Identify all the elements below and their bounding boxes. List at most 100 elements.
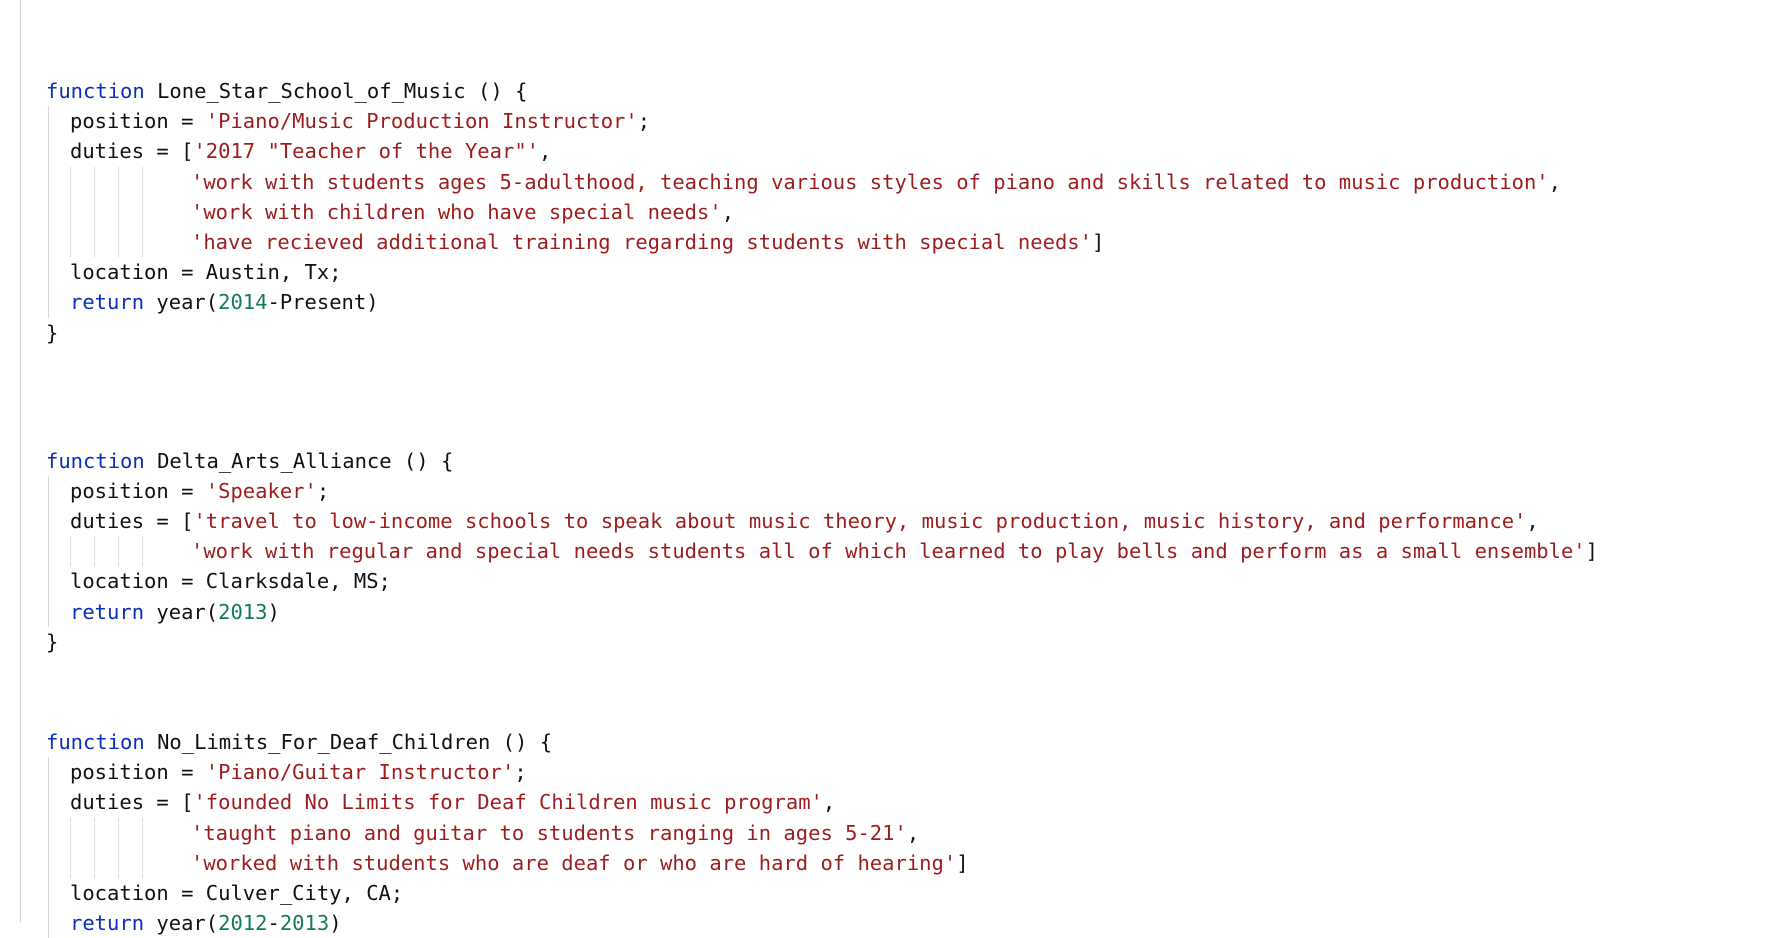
function-block-delta-arts: function Delta_Arts_Alliance () { positi… — [46, 446, 1598, 657]
function-body: position = 'Speaker'; duties = ['travel … — [46, 475, 1598, 627]
position-value: 'Speaker' — [205, 478, 317, 503]
code-area[interactable]: function Lone_Star_School_of_Music () { … — [46, 76, 1598, 938]
indent-guides — [70, 817, 166, 848]
duty-item: 'founded No Limits for Deaf Children mus… — [193, 790, 823, 815]
position-key: position = — [70, 478, 206, 503]
duty-item: 'have recieved additional training regar… — [191, 229, 1092, 254]
closing-brace: } — [46, 320, 59, 345]
indent-guides — [70, 536, 166, 567]
year-call: year( — [144, 599, 219, 624]
function-name: No_Limits_For_Deaf_Children — [157, 730, 491, 754]
duty-item: 'work with regular and special needs stu… — [191, 539, 1586, 564]
year-start: 2012 — [218, 911, 268, 936]
function-signature: function Delta_Arts_Alliance () { — [46, 446, 1598, 476]
duty-punct: , — [539, 139, 552, 164]
year-start: 2013 — [218, 599, 268, 624]
position-value: 'Piano/Music Production Instructor' — [205, 109, 638, 134]
function-name: Lone_Star_School_of_Music — [157, 79, 466, 103]
return-line: return year(2013) — [46, 597, 1598, 627]
function-keyword: function — [46, 448, 145, 473]
duty-continuation-line: 'worked with students who are deaf or wh… — [46, 847, 1598, 878]
duty-continuation-line: 'work with children who have special nee… — [46, 196, 1598, 227]
return-keyword: return — [70, 290, 145, 315]
position-value: 'Piano/Guitar Instructor' — [205, 760, 515, 785]
function-keyword: function — [46, 730, 145, 754]
position-line: position = 'Speaker'; — [46, 476, 1598, 506]
duty-continuation-line: 'work with regular and special needs stu… — [46, 536, 1598, 567]
year-end: 2013 — [279, 911, 330, 936]
location-line: location = Clarksdale, MS; — [46, 566, 1598, 596]
duties-key: duties = — [70, 509, 182, 534]
function-signature: function No_Limits_For_Deaf_Children () … — [46, 727, 1598, 757]
function-params: () { — [391, 448, 454, 473]
statement-end: ; — [316, 478, 330, 503]
location-line: location = Culver_City, CA; — [46, 878, 1598, 908]
function-params: () { — [465, 79, 528, 103]
array-open: [ — [181, 509, 194, 534]
function-params: () { — [490, 730, 553, 754]
indent-guides — [70, 847, 166, 878]
duty-punct: , — [721, 199, 735, 224]
location-line: location = Austin, Tx; — [46, 257, 1598, 287]
code-editor[interactable]: function Lone_Star_School_of_Music () { … — [0, 0, 1788, 938]
year-separator: - — [267, 290, 280, 315]
statement-end: ; — [637, 109, 651, 134]
array-close: ] — [1091, 229, 1105, 254]
return-line: return year(2014-Present) — [46, 287, 1598, 317]
duty-continuation-line: 'taught piano and guitar to students ran… — [46, 817, 1598, 848]
year-end: Present — [279, 290, 367, 315]
array-close: ] — [956, 850, 969, 875]
duties-key: duties = — [70, 790, 182, 815]
duty-item: 'worked with students who are deaf or wh… — [191, 850, 957, 875]
year-close: ) — [366, 290, 379, 315]
year-call: year( — [144, 911, 219, 936]
function-block-no-limits: function No_Limits_For_Deaf_Children () … — [46, 727, 1598, 938]
statement-end: ; — [514, 760, 527, 785]
duty-punct: , — [1548, 169, 1561, 194]
duty-item: 'work with students ages 5-adulthood, te… — [191, 169, 1549, 194]
function-signature: function Lone_Star_School_of_Music () { — [46, 76, 1598, 106]
closing-brace: } — [46, 629, 59, 654]
return-keyword: return — [70, 911, 145, 936]
location-value: Austin, Tx; — [205, 260, 342, 285]
array-open: [ — [181, 139, 194, 164]
duty-item: 'travel to low-income schools to speak a… — [193, 509, 1527, 534]
position-line: position = 'Piano/Music Production Instr… — [46, 106, 1598, 136]
indent-guides — [70, 166, 166, 197]
indent-guides — [70, 226, 166, 258]
array-open: [ — [181, 790, 194, 815]
year-separator: - — [267, 911, 280, 936]
indent-guides — [70, 196, 166, 227]
year-call: year( — [144, 290, 219, 315]
return-keyword: return — [70, 599, 145, 624]
duty-item: '2017 "Teacher of the Year"' — [193, 139, 540, 164]
position-line: position = 'Piano/Guitar Instructor'; — [46, 757, 1598, 787]
function-name: Delta_Arts_Alliance — [157, 448, 392, 473]
gutter-divider — [20, 0, 21, 922]
function-keyword: function — [46, 79, 145, 103]
position-key: position = — [70, 760, 206, 785]
array-close: ] — [1585, 539, 1598, 564]
location-value: Clarksdale, MS; — [205, 569, 391, 594]
return-line: return year(2012-2013) — [46, 908, 1598, 938]
year-start: 2014 — [218, 290, 268, 315]
duties-line: duties = ['2017 "Teacher of the Year"', — [46, 136, 1598, 166]
duty-continuation-line: 'have recieved additional training regar… — [46, 226, 1598, 258]
duty-continuation-line: 'work with students ages 5-adulthood, te… — [46, 166, 1598, 197]
location-key: location = — [70, 569, 206, 594]
duties-key: duties = — [70, 139, 182, 164]
position-key: position = — [70, 109, 206, 134]
function-block-lone-star: function Lone_Star_School_of_Music () { … — [46, 76, 1598, 348]
location-key: location = — [70, 260, 206, 285]
duty-item: 'work with children who have special nee… — [191, 199, 722, 224]
duty-punct: , — [822, 790, 836, 815]
function-body: position = 'Piano/Music Production Instr… — [46, 106, 1598, 318]
location-key: location = — [70, 880, 206, 905]
location-value: Culver_City, CA; — [205, 880, 404, 905]
function-body: position = 'Piano/Guitar Instructor'; du… — [46, 757, 1598, 938]
duty-punct: , — [906, 820, 920, 845]
duties-line: duties = ['travel to low-income schools … — [46, 506, 1598, 536]
duty-punct: , — [1526, 509, 1539, 534]
year-close: ) — [329, 911, 342, 936]
duties-line: duties = ['founded No Limits for Deaf Ch… — [46, 787, 1598, 817]
